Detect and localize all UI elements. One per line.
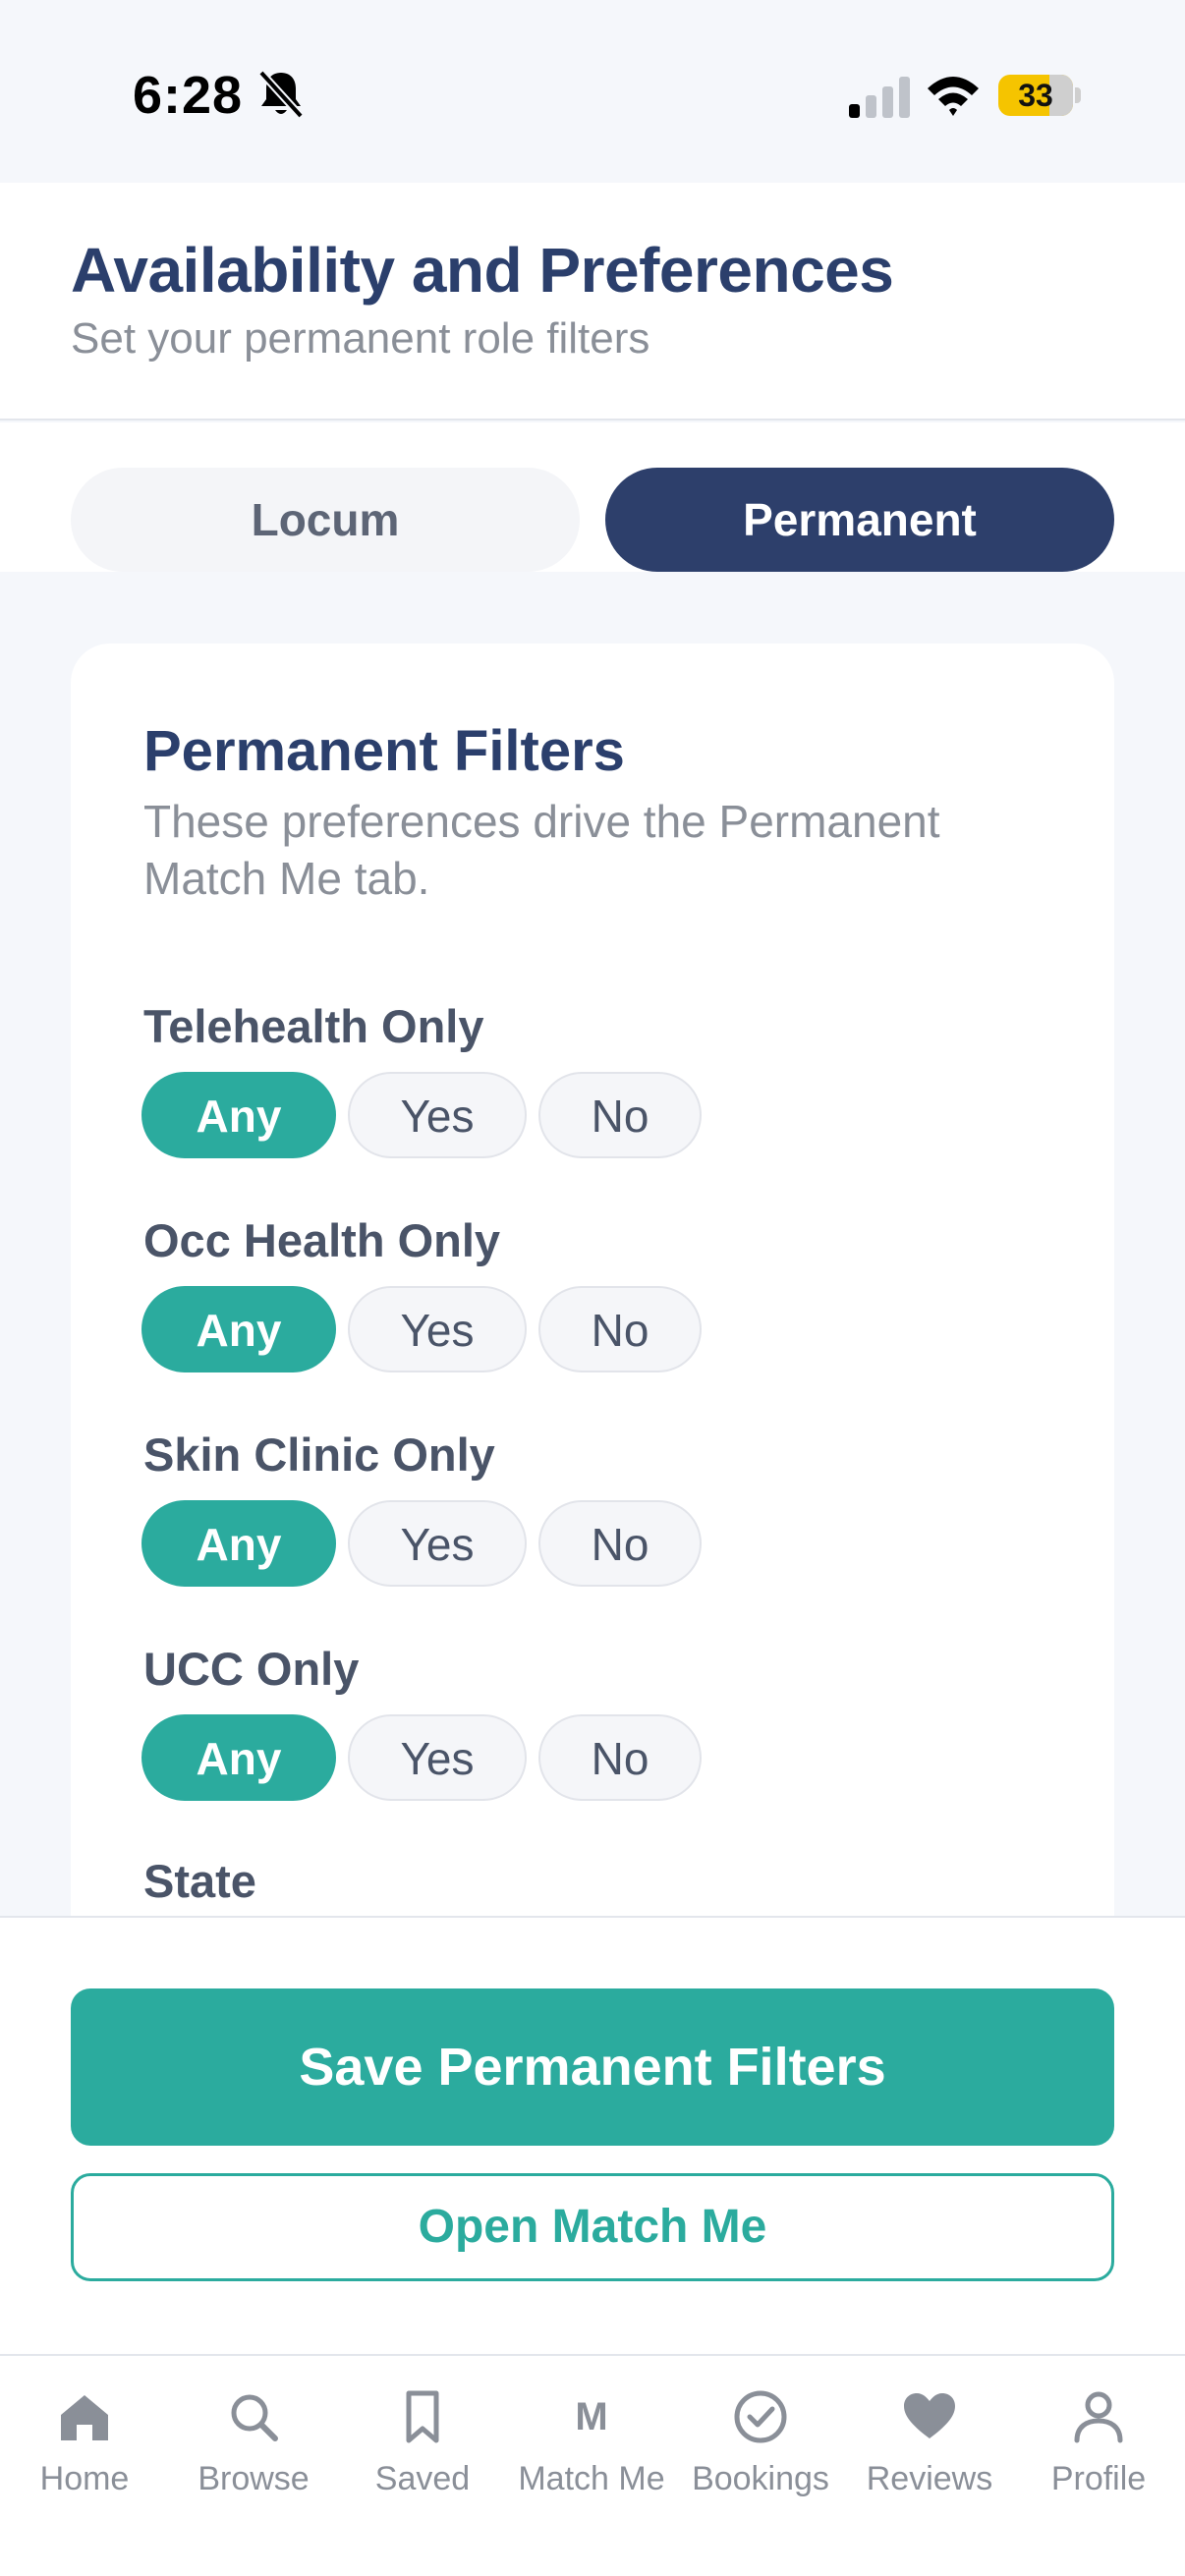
tab-match-me[interactable]: M Match Me xyxy=(507,2387,676,2515)
open-match-me-button[interactable]: Open Match Me xyxy=(71,2173,1114,2281)
wifi-icon xyxy=(928,77,979,116)
tab-saved[interactable]: Saved xyxy=(338,2387,507,2515)
match-me-icon: M xyxy=(575,2395,608,2438)
status-time: 6:28 xyxy=(133,66,244,125)
tab-permanent[interactable]: Permanent xyxy=(605,468,1114,572)
status-bar: 6:28 33 xyxy=(0,0,1185,183)
page-header: Availability and Preferences Set your pe… xyxy=(0,183,1185,420)
skin-clinic-yes-option[interactable]: Yes xyxy=(348,1500,527,1587)
page-title: Availability and Preferences xyxy=(71,235,894,306)
tab-reviews[interactable]: Reviews xyxy=(845,2387,1014,2515)
person-icon xyxy=(1074,2391,1123,2443)
bookmark-icon xyxy=(406,2390,439,2443)
battery-icon: 33 xyxy=(998,75,1081,116)
occ-health-yes-option[interactable]: Yes xyxy=(348,1286,527,1372)
tab-browse[interactable]: Browse xyxy=(169,2387,338,2515)
ucc-yes-option[interactable]: Yes xyxy=(348,1714,527,1801)
telehealth-no-option[interactable]: No xyxy=(538,1072,702,1158)
card-title: Permanent Filters xyxy=(143,719,625,783)
cell-signal-icon xyxy=(849,77,910,118)
tab-profile[interactable]: Profile xyxy=(1014,2387,1183,2515)
bottom-tab-bar: Home Browse Saved M Match Me Bookings Re… xyxy=(0,2354,1185,2576)
tab-bookings[interactable]: Bookings xyxy=(676,2387,845,2515)
battery-level: 33 xyxy=(1018,78,1053,113)
search-icon xyxy=(231,2394,278,2441)
tab-label-reviews: Reviews xyxy=(866,2460,993,2497)
ucc-any-option[interactable]: Any xyxy=(141,1714,336,1801)
home-icon xyxy=(61,2395,108,2440)
tab-label-profile: Profile xyxy=(1050,2460,1147,2497)
occ-health-any-option[interactable]: Any xyxy=(141,1286,336,1372)
occ-health-no-option[interactable]: No xyxy=(538,1286,702,1372)
tab-locum[interactable]: Locum xyxy=(71,468,580,572)
telehealth-yes-option[interactable]: Yes xyxy=(348,1072,527,1158)
tab-label-match-me: Match Me xyxy=(518,2460,665,2497)
page-subtitle: Set your permanent role filters xyxy=(71,314,650,363)
skin-clinic-any-option[interactable]: Any xyxy=(141,1500,336,1587)
skin-clinic-no-option[interactable]: No xyxy=(538,1500,702,1587)
filter-label-telehealth: Telehealth Only xyxy=(143,1000,484,1052)
save-filters-button[interactable]: Save Permanent Filters xyxy=(71,1988,1114,2146)
telehealth-any-option[interactable]: Any xyxy=(141,1072,336,1158)
filter-label-state: State xyxy=(143,1855,256,1907)
filter-label-ucc: UCC Only xyxy=(143,1643,360,1695)
tab-home[interactable]: Home xyxy=(0,2387,169,2515)
bell-slash-icon xyxy=(258,70,304,119)
tab-label-home: Home xyxy=(39,2460,130,2497)
ucc-no-option[interactable]: No xyxy=(538,1714,702,1801)
app-screen: 6:28 33 Availability and Preferences Set… xyxy=(0,0,1185,2576)
tab-label-saved: Saved xyxy=(374,2460,471,2497)
action-panel: Save Permanent Filters Open Match Me xyxy=(0,1916,1185,2354)
filter-label-occ-health: Occ Health Only xyxy=(143,1214,501,1266)
filter-label-skin-clinic: Skin Clinic Only xyxy=(143,1428,495,1481)
card-description: These preferences drive the Permanent Ma… xyxy=(143,796,940,904)
tab-label-bookings: Bookings xyxy=(692,2460,829,2497)
check-circle-icon xyxy=(734,2390,787,2443)
mode-segmented-control: Locum Permanent xyxy=(0,422,1185,572)
tab-label-browse: Browse xyxy=(198,2460,310,2497)
permanent-filters-card: Permanent Filters These preferences driv… xyxy=(71,644,1114,2019)
heart-icon xyxy=(904,2393,955,2438)
